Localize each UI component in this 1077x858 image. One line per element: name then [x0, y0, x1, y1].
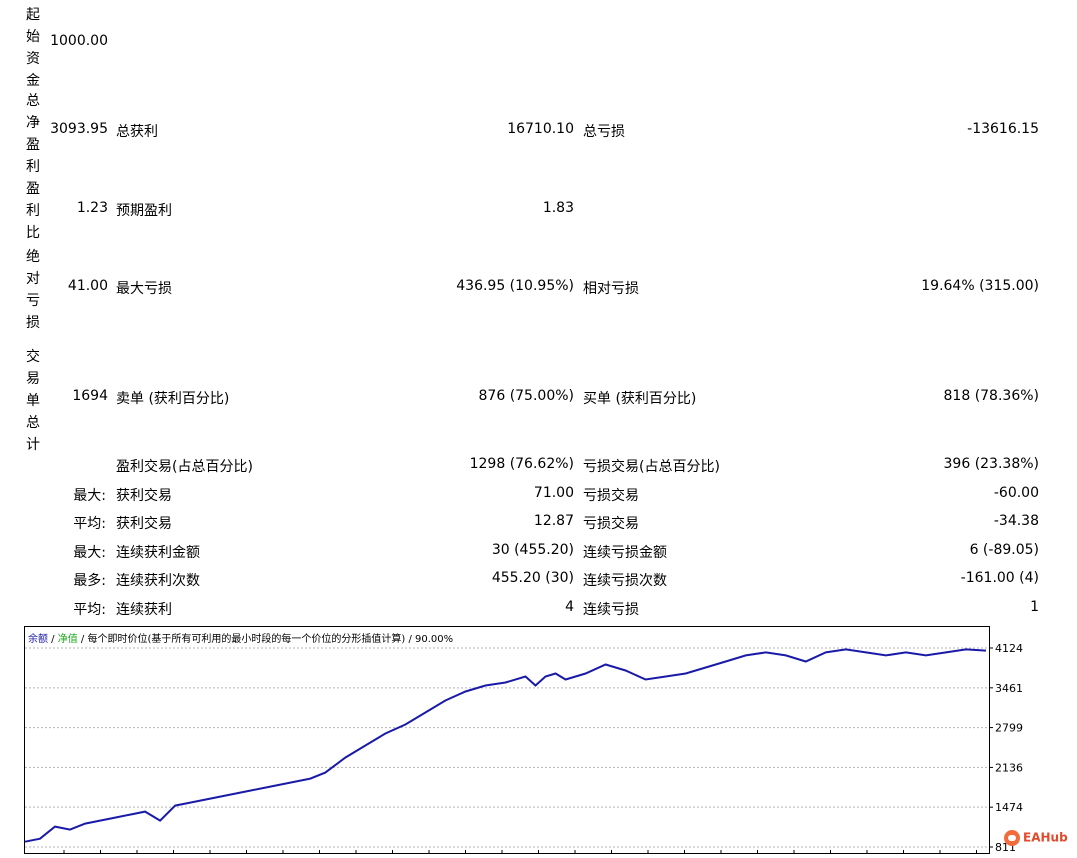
y-tick-label: 2136	[995, 761, 1023, 774]
row-avg-consec-losses-label: 连续亏损	[583, 602, 639, 618]
row-largest-profit-value: 71.00	[533, 485, 574, 501]
y-tick-label: 2799	[995, 722, 1023, 735]
row-short-positions-label: 卖单 (获利百分比)	[116, 391, 230, 407]
legend-sep-2: /	[77, 634, 88, 645]
legend-model: 每个即时价位(基于所有可利用的最小时段的每一个价位的分形插值计算) / 90.0…	[87, 634, 454, 645]
row-most-consec-prefix: 最多:	[73, 573, 106, 589]
legend-equity: 净值	[57, 634, 78, 645]
row-avg-consec-losses-value: 1	[1030, 599, 1039, 615]
row-gross-loss-value: -13616.15	[967, 121, 1039, 137]
value-total-net-profit: 3093.95	[50, 121, 108, 137]
row-max-consec-prefix: 最大:	[73, 545, 106, 561]
legend-balance: 余额	[28, 634, 48, 645]
row-consec-loss-count-value: -161.00 (4)	[960, 570, 1039, 586]
row-profit-trades-label: 盈利交易(占总百分比)	[116, 459, 253, 475]
row-avg-consec-wins-label: 连续获利	[116, 602, 172, 618]
balance-chart: 4124 3461 2799 2136 1474 811 余额 / 净值 / 每个即时价位…	[24, 626, 1044, 854]
row-max-consec-losses-value: 6 (-89.05)	[969, 542, 1039, 558]
row-max-consec-wins-value: 30 (455.20)	[491, 542, 574, 558]
row-relative-drawdown-value: 19.64% (315.00)	[921, 278, 1039, 294]
y-tick-label: 3461	[995, 682, 1023, 695]
row-max-drawdown-value: 436.95 (10.95%)	[456, 278, 574, 294]
legend-sep-1: /	[48, 634, 58, 645]
row-largest-loss-value: -60.00	[993, 485, 1039, 501]
row-gross-profit-value: 16710.10	[507, 121, 574, 137]
row-gross-profit-label: 总获利	[116, 124, 158, 140]
row-average-loss-value: -34.38	[993, 513, 1039, 529]
row-largest-loss-label: 亏损交易	[583, 488, 639, 504]
chart-legend: 余额 / 净值 / 每个即时价位(基于所有可利用的最小时段的每一个价位的分形插值…	[28, 630, 453, 645]
row-relative-drawdown-label: 相对亏损	[583, 281, 639, 297]
value-absolute-drawdown: 41.00	[67, 278, 108, 294]
row-expected-payoff-label: 预期盈利	[116, 203, 172, 219]
balance-chart-svg: 41243461279921361474811	[24, 626, 1023, 854]
row-largest-prefix: 最大:	[73, 488, 106, 504]
row-gross-loss-label: 总亏损	[583, 124, 625, 140]
row-loss-trades-label: 亏损交易(占总百分比)	[583, 459, 720, 475]
value-initial-deposit: 1000.00	[50, 33, 108, 49]
chart-plot-frame	[24, 626, 990, 854]
row-average-loss-label: 亏损交易	[583, 516, 639, 532]
row-average-prefix: 平均:	[73, 516, 106, 532]
row-consec-profit-count-label: 连续获利次数	[116, 573, 200, 589]
row-expected-payoff-value: 1.83	[542, 200, 574, 216]
row-consec-profit-count-value: 455.20 (30)	[491, 570, 574, 586]
row-long-positions-label: 买单 (获利百分比)	[583, 391, 697, 407]
row-max-consec-wins-label: 连续获利金额	[116, 545, 200, 561]
watermark-text: EAHub	[1023, 830, 1068, 845]
y-tick-label: 1474	[995, 801, 1023, 814]
row-long-positions-value: 818 (78.36%)	[943, 388, 1039, 404]
row-short-positions-value: 876 (75.00%)	[478, 388, 574, 404]
row-max-consec-losses-label: 连续亏损金额	[583, 545, 667, 561]
row-avg-consec-prefix: 平均:	[73, 602, 106, 618]
row-average-profit-value: 12.87	[533, 513, 574, 529]
row-max-drawdown-label: 最大亏损	[116, 281, 172, 297]
row-profit-trades-value: 1298 (76.62%)	[469, 456, 574, 472]
y-tick-label: 4124	[995, 642, 1023, 655]
row-average-profit-label: 获利交易	[116, 516, 172, 532]
row-loss-trades-value: 396 (23.38%)	[943, 456, 1039, 472]
row-largest-profit-label: 获利交易	[116, 488, 172, 504]
eahub-watermark: EAHub	[1004, 830, 1068, 846]
value-profit-factor: 1.23	[76, 200, 108, 216]
value-total-trades: 1694	[72, 388, 108, 404]
eahub-logo-icon	[1004, 830, 1020, 846]
row-avg-consec-wins-value: 4	[565, 599, 574, 615]
row-consec-loss-count-label: 连续亏损次数	[583, 573, 667, 589]
